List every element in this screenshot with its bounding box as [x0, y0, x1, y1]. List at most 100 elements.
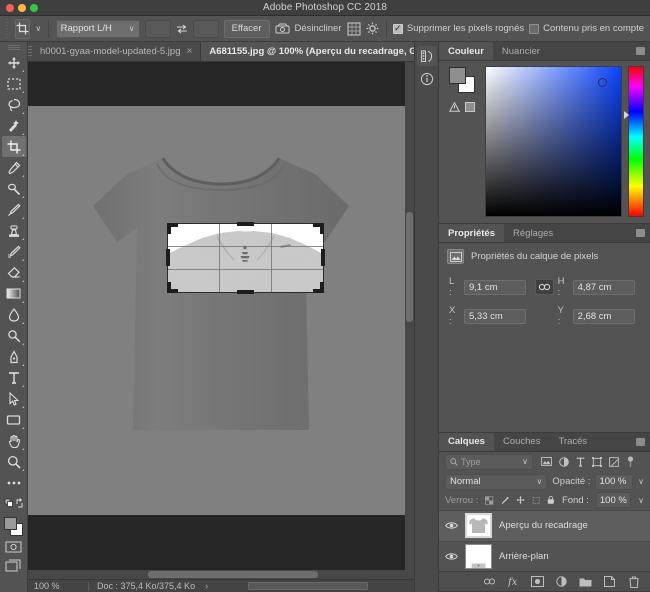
gear-icon[interactable] — [366, 19, 379, 39]
sidebar-item-edit-toolbar[interactable] — [2, 472, 26, 493]
canvas-horizontal-scrollbar[interactable] — [28, 570, 405, 579]
canvas-vertical-scrollbar-thumb[interactable] — [406, 212, 413, 322]
straighten-label[interactable]: Désincliner — [295, 23, 342, 34]
clear-crop-button[interactable]: Effacer — [223, 19, 270, 38]
hue-slider[interactable] — [624, 66, 644, 217]
delete-layer-icon[interactable] — [627, 575, 640, 588]
status-menu-arrow-icon[interactable]: › — [195, 581, 208, 591]
crop-handle-top-left-v[interactable] — [167, 223, 171, 234]
eye-icon[interactable] — [445, 552, 458, 561]
tab-traces[interactable]: Tracés — [549, 433, 596, 451]
height-input[interactable]: 4,87 cm — [572, 279, 635, 295]
zoom-level[interactable]: 100 % — [28, 581, 88, 591]
crop-handle-bottom-left-v[interactable] — [167, 282, 171, 293]
sidebar-item-brush-tool[interactable] — [2, 199, 26, 220]
layer-mask-icon[interactable] — [531, 575, 544, 588]
filter-toggle-icon[interactable] — [626, 456, 635, 468]
crop-handle-middle-left[interactable] — [166, 249, 170, 266]
tab-nuancier[interactable]: Nuancier — [493, 42, 549, 60]
link-chain-icon[interactable] — [535, 279, 554, 295]
table-row[interactable]: Arrière-plan — [439, 542, 650, 572]
sidebar-item-clone-stamp-tool[interactable] — [2, 220, 26, 241]
type-filter-icon[interactable] — [576, 457, 585, 467]
info-circle-icon[interactable] — [417, 69, 437, 89]
foreground-background-color-swatches[interactable] — [2, 516, 26, 538]
new-layer-icon[interactable] — [603, 575, 616, 588]
fill-input[interactable]: 100 % — [595, 492, 632, 509]
canvas-horizontal-scrollbar-thumb[interactable] — [148, 571, 318, 578]
grid-overlay-icon[interactable] — [347, 19, 361, 39]
quick-mask-icon[interactable] — [2, 538, 26, 556]
sidebar-item-type-tool[interactable] — [2, 367, 26, 388]
sidebar-item-dodge-tool[interactable] — [2, 325, 26, 346]
panel-menu-icon[interactable] — [636, 229, 645, 237]
zoom-window-button[interactable] — [30, 4, 38, 12]
document-tab-1[interactable]: h0001-gyaa-model-updated-5.jpg × — [32, 42, 202, 61]
crop-handle-bottom-center[interactable] — [237, 290, 254, 294]
color-panel-swatches[interactable] — [447, 66, 477, 94]
layer-style-fx-icon[interactable]: fx — [507, 575, 520, 588]
lock-artboard-icon[interactable] — [532, 495, 540, 506]
layer-thumbnail[interactable] — [465, 513, 492, 539]
shape-filter-icon[interactable] — [592, 456, 602, 467]
sidebar-item-lasso-tool[interactable] — [2, 94, 26, 115]
straighten-icon[interactable] — [275, 19, 290, 39]
panel-menu-icon[interactable] — [636, 47, 645, 55]
swap-arrows-icon[interactable] — [176, 23, 188, 35]
fill-chevron-icon[interactable]: ∨ — [638, 496, 644, 505]
sidebar-item-healing-brush-tool[interactable] — [2, 178, 26, 199]
crop-height-input[interactable] — [192, 19, 219, 38]
opacity-input[interactable]: 100 % — [595, 473, 634, 490]
sidebar-item-marquee-tool[interactable] — [2, 73, 26, 94]
crop-width-input[interactable] — [144, 19, 171, 38]
color-picker-cursor[interactable] — [598, 78, 607, 87]
crop-tool-presets-chevron[interactable]: ∨ — [35, 24, 41, 33]
adjustment-layer-icon[interactable] — [555, 575, 568, 588]
sidebar-item-move-tool[interactable] — [2, 52, 26, 73]
crop-handle-bottom-right-v[interactable] — [320, 282, 324, 293]
options-bar-grip[interactable] — [6, 18, 9, 39]
layer-thumbnail[interactable] — [465, 544, 492, 570]
sidebar-item-zoom-tool[interactable] — [2, 451, 26, 472]
smart-object-filter-icon[interactable] — [609, 457, 619, 467]
y-input[interactable]: 2,68 cm — [572, 308, 635, 324]
link-layers-icon[interactable] — [483, 575, 496, 588]
width-input[interactable]: 9,1 cm — [464, 279, 526, 295]
layer-filter-select[interactable]: Type ∨ — [445, 453, 533, 470]
canvas-vertical-scrollbar[interactable] — [405, 62, 414, 579]
sidebar-item-blur-tool[interactable] — [2, 304, 26, 325]
minimize-window-button[interactable] — [18, 4, 26, 12]
tools-panel-grip[interactable] — [7, 45, 20, 50]
history-icon[interactable] — [416, 46, 437, 66]
lock-position-icon[interactable] — [516, 494, 525, 506]
crop-icon[interactable] — [15, 18, 31, 39]
pixel-filter-icon[interactable] — [541, 457, 552, 467]
tab-proprietes[interactable]: Propriétés — [439, 224, 504, 242]
crop-handle-top-right-v[interactable] — [320, 223, 324, 234]
hue-slider-marker[interactable] — [624, 111, 629, 119]
web-safe-icon[interactable] — [465, 102, 475, 112]
sidebar-item-history-brush-tool[interactable] — [2, 241, 26, 262]
sidebar-item-crop-tool[interactable] — [1, 136, 26, 157]
content-aware-checkbox[interactable]: Contenu pris en compte — [529, 23, 644, 34]
crop-handle-middle-right[interactable] — [321, 249, 325, 266]
foreground-color-swatch[interactable] — [3, 517, 17, 530]
table-row[interactable]: Aperçu du recadrage — [439, 510, 650, 542]
blend-mode-select[interactable]: Normal ∨ — [445, 473, 548, 490]
lock-transparency-icon[interactable] — [485, 495, 494, 506]
adjustment-filter-icon[interactable] — [559, 457, 569, 467]
sidebar-item-gradient-tool[interactable] — [2, 283, 26, 304]
tab-couleur[interactable]: Couleur — [439, 42, 493, 60]
sidebar-item-eraser-tool[interactable] — [2, 262, 26, 283]
screen-mode-icon[interactable] — [2, 556, 26, 574]
tab-reglages[interactable]: Réglages — [504, 224, 562, 242]
default-colors-icon[interactable] — [2, 493, 26, 514]
eye-icon[interactable] — [445, 521, 458, 530]
lock-image-icon[interactable] — [501, 495, 509, 506]
crop-ratio-select[interactable]: Rapport L/H ∨ — [55, 19, 140, 38]
lock-all-icon[interactable] — [547, 494, 555, 506]
close-icon[interactable]: × — [187, 46, 193, 57]
sidebar-item-hand-tool[interactable] — [2, 430, 26, 451]
delete-cropped-pixels-checkbox[interactable]: Supprimer les pixels rognés — [392, 23, 524, 34]
panel-menu-icon[interactable] — [636, 438, 645, 446]
